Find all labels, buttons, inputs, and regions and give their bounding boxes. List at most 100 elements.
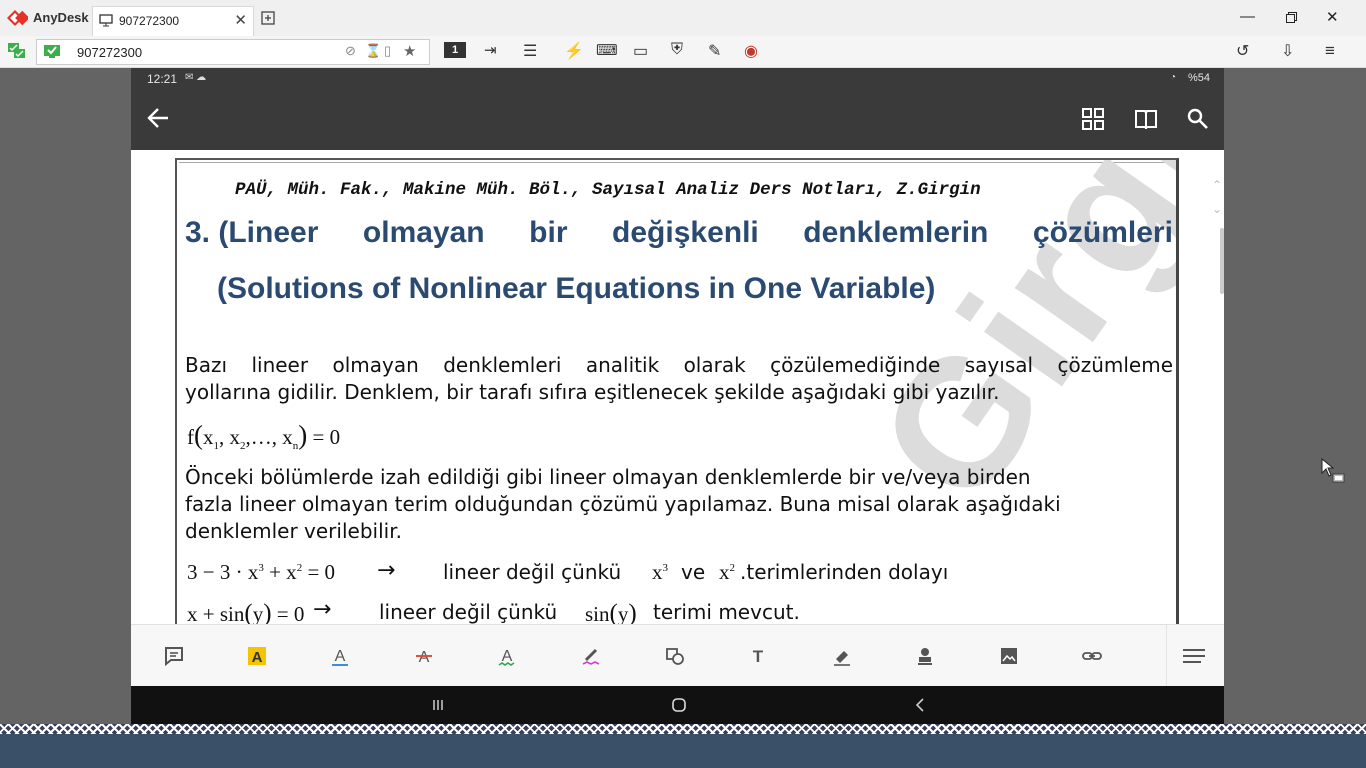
home-icon[interactable] bbox=[671, 697, 687, 713]
minimize-icon[interactable]: — bbox=[1240, 8, 1255, 25]
remote-phone-screen: 12:21 ✉ ☁ ◔ %54 Girgin PAÜ, Müh. Fak., M… bbox=[131, 68, 1224, 724]
arrow-icon: → bbox=[313, 597, 332, 622]
wifi-icon: ◔ bbox=[1169, 72, 1176, 83]
note-icon[interactable] bbox=[163, 645, 185, 667]
equation-general-form: f(x1, x2,…, xn) = 0 bbox=[187, 420, 341, 453]
menu-icon[interactable] bbox=[1181, 645, 1207, 667]
term-x-squared: x2 bbox=[719, 560, 735, 584]
heading-word: çözümleri bbox=[1032, 216, 1173, 249]
paragraph-line: yollarına gidilir. Denklem, bir tarafı s… bbox=[185, 380, 1000, 404]
taskbar-pattern-strip bbox=[0, 724, 1366, 734]
host-taskbar bbox=[0, 734, 1366, 768]
thumbnails-grid-icon[interactable] bbox=[1082, 108, 1104, 130]
paragraph-line: Bazı lineer olmayan denklemleri analitik… bbox=[185, 353, 1173, 377]
scroll-down-icon[interactable]: ⌄ bbox=[1212, 202, 1222, 216]
paragraph-line: denklemler verilebilir. bbox=[185, 519, 402, 543]
notification-icon: ✉ ☁ bbox=[185, 72, 207, 83]
monitor-icon bbox=[99, 14, 113, 27]
toolbar-separator bbox=[1166, 625, 1167, 687]
back-nav-icon[interactable] bbox=[915, 697, 925, 713]
history-icon[interactable]: ↺ bbox=[1236, 41, 1249, 61]
eraser-icon[interactable] bbox=[831, 645, 853, 667]
close-window-icon[interactable]: ✕ bbox=[1326, 8, 1339, 26]
display-icon[interactable]: ▭ bbox=[633, 41, 648, 61]
status-time: 12:21 bbox=[147, 72, 178, 86]
section-heading-english: (Solutions of Nonlinear Equations in One… bbox=[217, 272, 936, 305]
pdf-document-view[interactable]: Girgin PAÜ, Müh. Fak., Makine Müh. Böl.,… bbox=[131, 150, 1224, 624]
freehand-icon[interactable] bbox=[580, 645, 602, 667]
back-arrow-icon[interactable] bbox=[147, 108, 169, 128]
squiggly-icon[interactable]: A bbox=[496, 645, 518, 667]
record-session-icon[interactable]: ◉ bbox=[744, 41, 758, 61]
restore-icon[interactable] bbox=[1286, 12, 1297, 23]
svg-text:T: T bbox=[753, 647, 764, 666]
favorite-star-icon[interactable]: ★ bbox=[403, 42, 416, 60]
reading-mode-book-icon[interactable] bbox=[1134, 109, 1158, 129]
whiteboard-pen-icon[interactable]: ✎ bbox=[708, 41, 721, 61]
link-icon[interactable] bbox=[1081, 645, 1103, 667]
app-name: AnyDesk bbox=[33, 10, 89, 25]
monitor-number-badge[interactable]: 1 bbox=[444, 42, 466, 58]
section-heading-turkish: 3. (Lineer olmayan bir değişkenli denkle… bbox=[185, 216, 1173, 250]
equation-example-1: 3 − 3 · x3 + x2 = 0 bbox=[187, 560, 336, 584]
pdf-app-bar bbox=[131, 90, 1224, 150]
stamp-icon[interactable] bbox=[914, 645, 936, 667]
text-icon[interactable]: T bbox=[747, 645, 769, 667]
address-text: 907272300 bbox=[77, 45, 143, 60]
actions-icon[interactable]: ⚡ bbox=[564, 41, 584, 61]
session-tab[interactable]: 907272300 ✕ bbox=[92, 6, 254, 37]
connection-status-icon bbox=[8, 43, 25, 58]
hourglass-icon[interactable]: ⌛ bbox=[365, 43, 381, 59]
recent-apps-icon[interactable] bbox=[431, 698, 445, 712]
privacy-icon[interactable]: ⊘ bbox=[345, 43, 356, 59]
anydesk-toolbar: 907272300 ⊘ ⌛ ▯ ★ 1 ⇥ ☰ ⚡ ⌨ ▭ ⛨ ✎ ◉ ↺ ⇩ … bbox=[0, 36, 1366, 68]
svg-text:A: A bbox=[419, 649, 430, 666]
example-2-text: terimi mevcut. bbox=[653, 600, 800, 624]
permissions-shield-icon[interactable]: ⛨ bbox=[671, 41, 683, 59]
annotation-toolbar: A A A A T bbox=[131, 624, 1224, 687]
term-x-cubed: x3 bbox=[652, 560, 668, 584]
anydesk-logo-icon bbox=[7, 10, 28, 26]
clipboard-icon[interactable]: ▯ bbox=[384, 43, 391, 59]
term-sin-y: sin(y) bbox=[585, 600, 637, 624]
example-1-text: .terimlerinden dolayı bbox=[740, 560, 949, 584]
new-tab-icon[interactable] bbox=[261, 11, 275, 25]
keyboard-icon[interactable]: ⌨ bbox=[596, 41, 618, 59]
paragraph-line: fazla lineer olmayan terim olduğundan çö… bbox=[185, 492, 1061, 516]
svg-text:A: A bbox=[335, 648, 346, 665]
file-transfer-icon[interactable]: ⇩ bbox=[1281, 41, 1294, 61]
address-bar[interactable]: 907272300 ⊘ ⌛ ▯ ★ bbox=[36, 39, 430, 65]
tab-label: 907272300 bbox=[119, 14, 180, 28]
main-menu-icon[interactable]: ≡ bbox=[1325, 41, 1335, 61]
strikethrough-icon[interactable]: A bbox=[413, 645, 435, 667]
search-icon[interactable] bbox=[1187, 108, 1209, 130]
android-status-bar: 12:21 ✉ ☁ ◔ %54 bbox=[131, 68, 1224, 90]
scrollbar-thumb[interactable] bbox=[1220, 228, 1224, 294]
svg-text:A: A bbox=[502, 648, 513, 665]
heading-word: bir bbox=[529, 216, 568, 249]
close-tab-icon[interactable]: ✕ bbox=[234, 11, 247, 29]
example-2-text: lineer değil çünkü bbox=[379, 600, 558, 624]
heading-word: değişkenli bbox=[612, 216, 759, 249]
scroll-up-icon[interactable]: ⌃ bbox=[1212, 178, 1222, 192]
heading-word: olmayan bbox=[362, 216, 485, 249]
image-icon[interactable] bbox=[998, 645, 1020, 667]
page-header: PAÜ, Müh. Fak., Makine Müh. Böl., Sayısa… bbox=[235, 180, 981, 200]
battery-percent: %54 bbox=[1187, 72, 1210, 84]
example-1-text: lineer değil çünkü bbox=[443, 560, 622, 584]
shape-icon[interactable] bbox=[664, 645, 686, 667]
highlight-icon[interactable]: A bbox=[246, 645, 268, 667]
underline-icon[interactable]: A bbox=[329, 645, 351, 667]
heading-word: 3. (Lineer bbox=[185, 216, 319, 249]
switch-sides-icon[interactable]: ⇥ bbox=[484, 41, 497, 59]
paragraph-line: Önceki bölümlerde izah edildiği gibi lin… bbox=[185, 465, 1031, 489]
chat-icon[interactable]: ☰ bbox=[523, 41, 537, 61]
equation-example-2: x + sin(y) = 0 bbox=[187, 600, 305, 624]
pdf-page: Girgin PAÜ, Müh. Fak., Makine Müh. Böl.,… bbox=[175, 158, 1179, 624]
example-1-text: ve bbox=[681, 560, 706, 584]
android-nav-bar bbox=[131, 686, 1224, 724]
arrow-icon: → bbox=[377, 558, 396, 583]
verified-icon bbox=[44, 45, 60, 58]
mouse-cursor-icon bbox=[1321, 458, 1345, 483]
svg-text:A: A bbox=[252, 649, 263, 666]
